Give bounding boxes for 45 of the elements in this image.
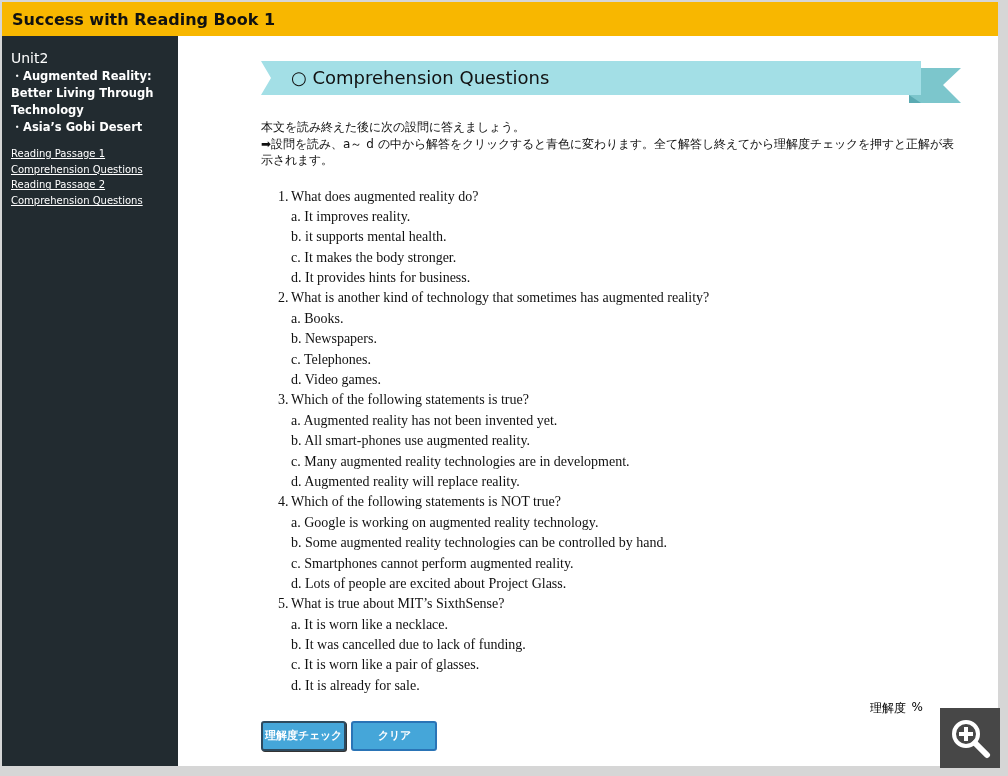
question-text: What does augmented reality do? <box>291 187 479 206</box>
zoom-in-icon <box>949 717 991 759</box>
answer-option[interactable]: c. Telephones. <box>278 349 371 370</box>
answer-option[interactable]: b. Some augmented reality technologies can be controlled by hand. <box>278 533 667 554</box>
question-number: 4. <box>278 493 290 512</box>
nav-link[interactable]: Reading Passage 2 <box>11 177 106 194</box>
question-text: Which of the following statements is NOT true? <box>291 493 561 512</box>
zoom-button[interactable] <box>940 708 1000 768</box>
question-text: What is another kind of technology that sometimes has augmented reality? <box>291 289 710 308</box>
answer-option[interactable]: a. Augmented reality has not been invented yet. <box>278 410 558 432</box>
unit-title: Unit2 <box>11 50 50 66</box>
nav-link[interactable]: Comprehension Questions <box>11 161 143 178</box>
answer-option[interactable]: c. Many augmented reality technologies are in development. <box>278 451 630 472</box>
instruction-text: ➡設問を読み、a～ d の中から解答をクリックすると青色に変わります。全て解答し終えてから理解度チェックを押すと正解が表示されます。 <box>261 135 955 169</box>
answer-option[interactable]: b. it supports mental health. <box>278 227 447 248</box>
nav-link[interactable]: Reading Passage 1 <box>11 146 106 162</box>
answer-option[interactable]: d. It provides hints for business. <box>278 268 471 289</box>
score-label: 理解度 <box>869 700 906 718</box>
answer-option[interactable]: d. Lots of people are excited about Project Glass. <box>278 573 567 595</box>
answer-option[interactable]: b. All smart-phones use augmented reality. <box>278 431 530 452</box>
nav-link[interactable]: Comprehension Questions <box>11 193 143 209</box>
answer-option[interactable]: a. Books. <box>278 308 344 330</box>
question-text: Which of the following statements is true? <box>291 391 529 410</box>
topic-title: ・Asia’s Gobi Desert <box>11 119 144 136</box>
answer-option[interactable]: a. It is worn like a necklace. <box>278 614 449 636</box>
answer-option[interactable]: c. It is worn like a pair of glasses. <box>278 655 480 676</box>
topic-title: ・Augmented Reality: Better Living Through Technology <box>11 68 155 119</box>
answer-option[interactable]: c. Smartphones cannot perform augmented reality. <box>278 553 574 574</box>
page-title: Success with Reading Book 1 <box>12 9 276 29</box>
answer-option[interactable]: d. It is already for sale. <box>278 675 420 697</box>
answer-option[interactable]: a. It improves reality. <box>278 206 411 228</box>
answer-option[interactable]: d. Augmented reality will replace reality. <box>278 471 520 493</box>
answer-option[interactable]: b. Newspapers. <box>278 329 377 350</box>
answer-option[interactable]: b. It was cancelled due to lack of funding. <box>278 635 526 656</box>
question-number: 3. <box>278 391 290 410</box>
question-text: What is true about MIT’s SixthSense? <box>291 595 505 614</box>
instruction-text: 本文を読み終えた後に次の設問に答えましょう。 <box>261 119 526 136</box>
question-number: 1. <box>278 187 290 206</box>
percent-sign: % <box>911 700 923 717</box>
answer-option[interactable]: a. Google is working on augmented reality technology. <box>278 512 599 534</box>
answer-option[interactable]: d. Video games. <box>278 370 381 391</box>
question-number: 5. <box>278 595 290 614</box>
question-number: 2. <box>278 289 290 308</box>
answer-option[interactable]: c. It makes the body stronger. <box>278 247 457 269</box>
section-heading: ○ Comprehension Questions <box>290 66 550 88</box>
